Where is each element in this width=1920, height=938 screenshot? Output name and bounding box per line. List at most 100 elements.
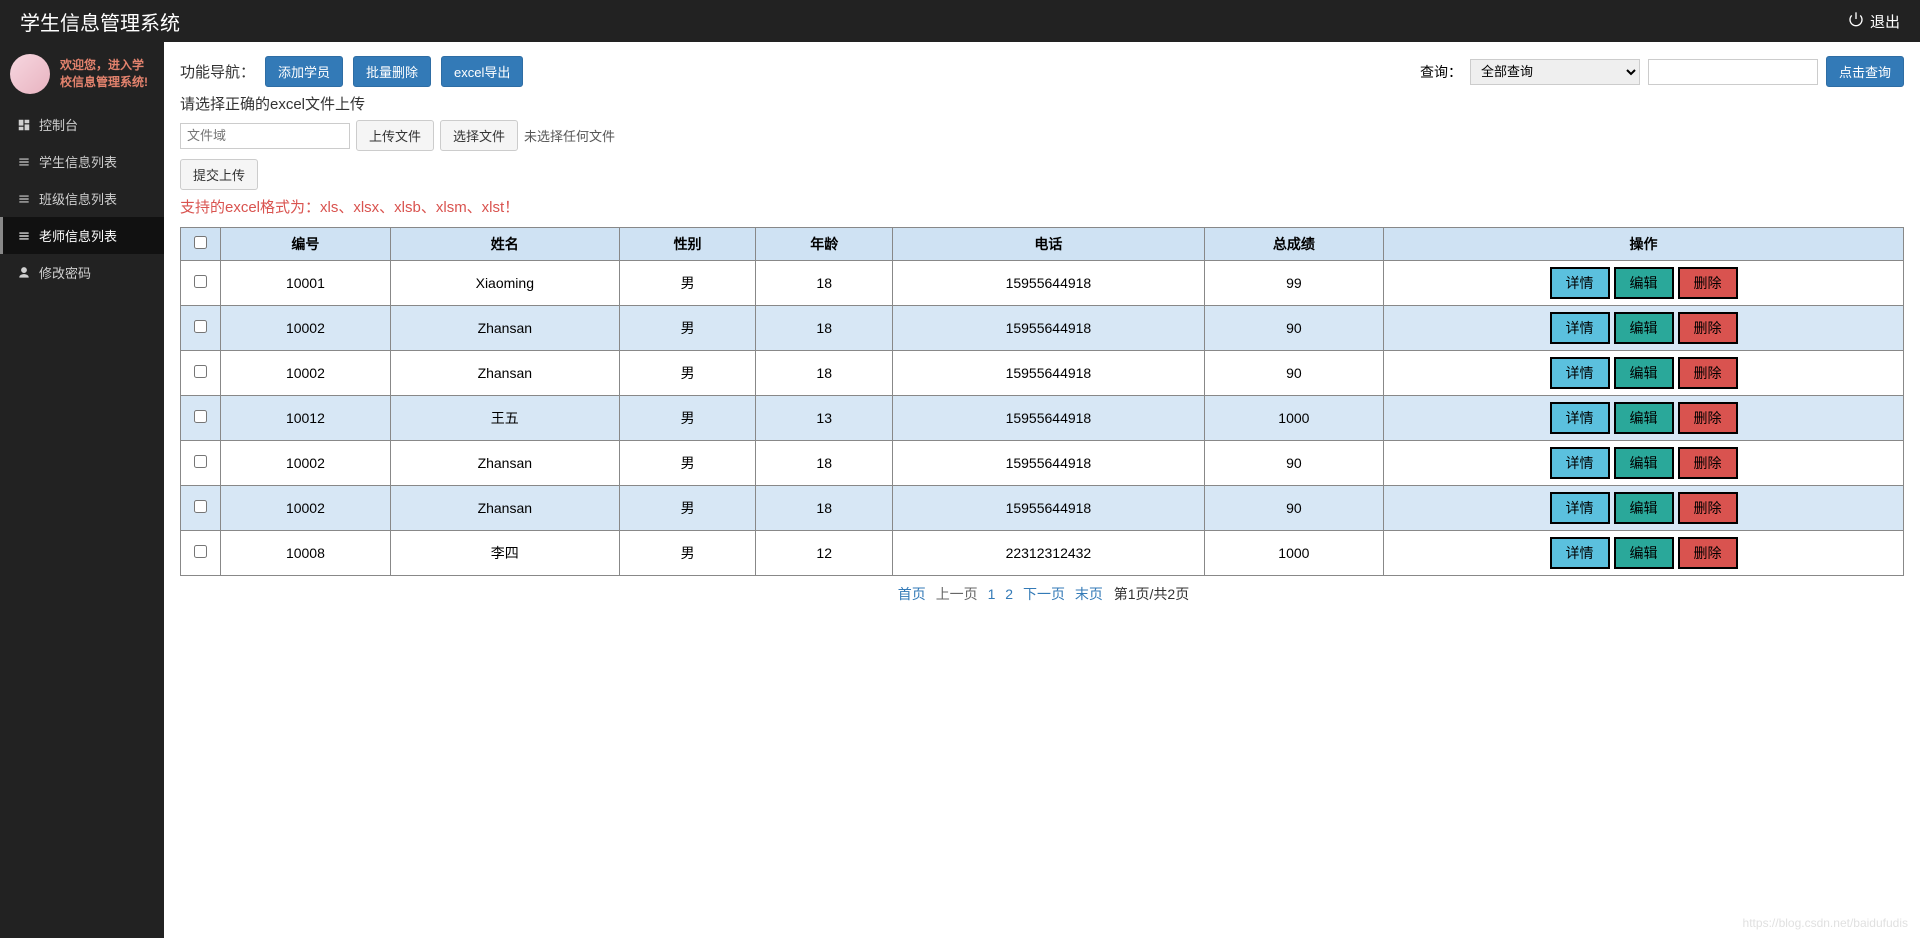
sidebar-item-label: 老师信息列表 [39,226,117,245]
sidebar-item-label: 班级信息列表 [39,189,117,208]
delete-button[interactable]: 删除 [1678,492,1738,524]
select-all-checkbox[interactable] [194,236,207,249]
detail-button[interactable]: 详情 [1550,402,1610,434]
cell-gender: 男 [619,306,756,351]
cell-name: 王五 [390,396,619,441]
main-content: 功能导航： 添加学员 批量删除 excel导出 查询： 全部查询 点击查询 请选… [164,42,1920,938]
no-file-text: 未选择任何文件 [524,126,615,145]
cell-gender: 男 [619,486,756,531]
pager-next[interactable]: 下一页 [1023,586,1065,602]
cell-score: 90 [1204,306,1383,351]
detail-button[interactable]: 详情 [1550,537,1610,569]
submit-upload-button[interactable]: 提交上传 [180,159,258,190]
row-checkbox[interactable] [194,365,207,378]
table-header: 姓名 [390,228,619,261]
detail-button[interactable]: 详情 [1550,447,1610,479]
cell-score: 90 [1204,486,1383,531]
sidebar-item-label: 控制台 [39,115,78,134]
table-header: 年龄 [756,228,893,261]
power-icon [1848,11,1864,31]
welcome-text: 欢迎您，进入学 校信息管理系统! [60,57,148,91]
table-header: 操作 [1384,228,1904,261]
add-student-button[interactable]: 添加学员 [265,56,343,87]
sidebar-item-2[interactable]: 班级信息列表 [0,180,164,217]
row-checkbox[interactable] [194,275,207,288]
cell-age: 18 [756,261,893,306]
row-checkbox[interactable] [194,320,207,333]
row-checkbox[interactable] [194,500,207,513]
edit-button[interactable]: 编辑 [1614,312,1674,344]
detail-button[interactable]: 详情 [1550,312,1610,344]
sidebar-item-3[interactable]: 老师信息列表 [0,217,164,254]
sidebar: 欢迎您，进入学 校信息管理系统! 控制台学生信息列表班级信息列表老师信息列表修改… [0,42,164,938]
edit-button[interactable]: 编辑 [1614,357,1674,389]
row-checkbox[interactable] [194,410,207,423]
detail-button[interactable]: 详情 [1550,357,1610,389]
user-icon [17,266,31,280]
table-row: 10002Zhansan男181595564491890详情编辑删除 [181,486,1904,531]
pager-last[interactable]: 末页 [1075,586,1103,602]
delete-button[interactable]: 删除 [1678,447,1738,479]
table-row: 10002Zhansan男181595564491890详情编辑删除 [181,306,1904,351]
delete-button[interactable]: 删除 [1678,402,1738,434]
edit-button[interactable]: 编辑 [1614,402,1674,434]
cell-gender: 男 [619,441,756,486]
logout-label: 退出 [1870,11,1900,32]
edit-button[interactable]: 编辑 [1614,492,1674,524]
table-header: 总成绩 [1204,228,1383,261]
cell-gender: 男 [619,531,756,576]
cell-name: Zhansan [390,441,619,486]
delete-button[interactable]: 删除 [1678,267,1738,299]
sidebar-item-0[interactable]: 控制台 [0,106,164,143]
table-row: 10012王五男13159556449181000详情编辑删除 [181,396,1904,441]
logout-button[interactable]: 退出 [1848,11,1900,32]
detail-button[interactable]: 详情 [1550,492,1610,524]
excel-export-button[interactable]: excel导出 [441,56,523,87]
upload-hint: 请选择正确的excel文件上传 [180,93,1904,114]
sidebar-item-4[interactable]: 修改密码 [0,254,164,291]
cell-age: 12 [756,531,893,576]
cell-id: 10002 [221,441,391,486]
pager-prev: 上一页 [936,586,978,602]
cell-gender: 男 [619,396,756,441]
cell-id: 10008 [221,531,391,576]
sidebar-item-1[interactable]: 学生信息列表 [0,143,164,180]
cell-phone: 15955644918 [893,441,1205,486]
welcome-line2: 校信息管理系统! [60,74,148,91]
edit-button[interactable]: 编辑 [1614,537,1674,569]
delete-button[interactable]: 删除 [1678,312,1738,344]
row-checkbox[interactable] [194,455,207,468]
cell-age: 18 [756,351,893,396]
search-input[interactable] [1648,59,1818,85]
detail-button[interactable]: 详情 [1550,267,1610,299]
search-button[interactable]: 点击查询 [1826,56,1904,87]
cell-name: Zhansan [390,486,619,531]
pager-page[interactable]: 2 [1005,586,1013,602]
edit-button[interactable]: 编辑 [1614,447,1674,479]
cell-score: 1000 [1204,531,1383,576]
cell-id: 10002 [221,486,391,531]
cell-age: 18 [756,486,893,531]
row-checkbox[interactable] [194,545,207,558]
search-type-select[interactable]: 全部查询 [1470,59,1640,85]
cell-age: 18 [756,441,893,486]
edit-button[interactable]: 编辑 [1614,267,1674,299]
choose-file-button[interactable]: 选择文件 [440,120,518,151]
cell-phone: 15955644918 [893,351,1205,396]
search-label: 查询： [1420,62,1462,82]
pager-page[interactable]: 1 [988,586,996,602]
batch-delete-button[interactable]: 批量删除 [353,56,431,87]
pager-first[interactable]: 首页 [898,586,926,602]
cell-age: 13 [756,396,893,441]
delete-button[interactable]: 删除 [1678,357,1738,389]
upload-file-button[interactable]: 上传文件 [356,120,434,151]
sidebar-item-label: 学生信息列表 [39,152,117,171]
cell-phone: 15955644918 [893,261,1205,306]
list-icon [17,192,31,206]
cell-phone: 22312312432 [893,531,1205,576]
list-icon [17,155,31,169]
cell-id: 10002 [221,351,391,396]
welcome-line1: 欢迎您，进入学 [60,57,148,74]
cell-gender: 男 [619,351,756,396]
delete-button[interactable]: 删除 [1678,537,1738,569]
